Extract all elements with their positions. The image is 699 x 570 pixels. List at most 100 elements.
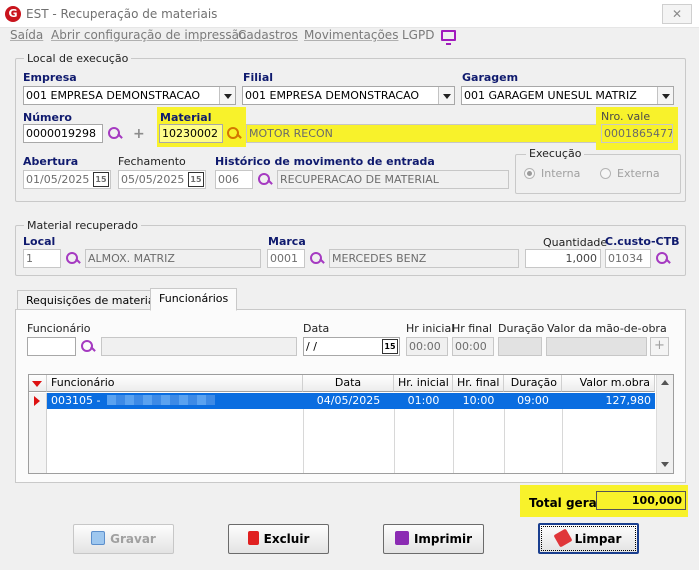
material-recuperado-title: Material recuperado (24, 219, 141, 232)
search-icon[interactable] (226, 126, 242, 142)
plus-icon[interactable]: + (133, 126, 145, 142)
fechamento-date-input[interactable]: 05/05/2025 15 (118, 170, 206, 189)
search-icon[interactable] (107, 126, 123, 142)
menu-movimentacoes[interactable]: Movimentações (304, 28, 398, 42)
title-bar: G EST - Recuperação de materiais ✕ (0, 0, 699, 28)
excluir-button[interactable]: Excluir (228, 524, 329, 554)
trash-icon (247, 531, 259, 545)
gravar-label: Gravar (110, 532, 156, 546)
abertura-date-input[interactable]: 01/05/2025 15 (23, 170, 111, 189)
hr-final-input[interactable]: 00:00 (452, 337, 494, 356)
local-label: Local (23, 235, 56, 248)
table-row[interactable]: 003105 - 04/05/2025 01:00 10:00 09:00 12… (47, 393, 655, 409)
valor-label: Valor da mão-de-obra (547, 322, 667, 335)
app-logo-icon: G (5, 6, 21, 22)
radio-externa-label: Externa (617, 167, 660, 180)
search-icon[interactable] (65, 251, 81, 267)
historico-code-input[interactable]: 006 (215, 170, 253, 189)
nro-vale-field: 0001865477 (601, 124, 673, 143)
col-hr-final[interactable]: Hr. final (453, 375, 504, 392)
tab-requisicoes[interactable]: Requisições de material (17, 290, 167, 311)
ccusto-input[interactable]: 01034 (605, 249, 651, 268)
chevron-down-icon[interactable] (219, 87, 235, 104)
group-local-execucao-title: Local de execução (24, 52, 132, 65)
imprimir-label: Imprimir (413, 532, 473, 546)
hr-inicial-label: Hr inicial (406, 322, 455, 335)
eraser-icon (553, 528, 573, 548)
garagem-label: Garagem (462, 71, 519, 84)
empresa-value: 001 EMPRESA DEMONSTRACAO (26, 89, 201, 102)
col-hr-inicial[interactable]: Hr. inicial (394, 375, 453, 392)
calendar-icon[interactable]: 15 (188, 172, 204, 187)
cell-hr-final: 10:00 (462, 394, 495, 407)
excluir-label: Excluir (263, 532, 310, 546)
search-icon[interactable] (655, 251, 671, 267)
menu-lgpd[interactable]: LGPD (402, 28, 434, 42)
search-icon[interactable] (257, 172, 273, 188)
hr-final-label: Hr final (452, 322, 492, 335)
add-funcionario-button[interactable]: + (650, 337, 669, 356)
calendar-icon[interactable]: 15 (382, 339, 398, 354)
numero-label: Número (23, 111, 72, 124)
cell-funcionario-text: 003105 - (51, 394, 101, 407)
quantidade-label: Quantidade (543, 236, 608, 249)
col-valor[interactable]: Valor m.obra (562, 375, 655, 392)
radio-interna-label: Interna (541, 167, 581, 180)
cell-duracao: 09:00 (517, 394, 549, 407)
funcionario-label: Funcionário (27, 322, 91, 335)
material-code-input[interactable]: 10230002 (159, 124, 223, 143)
total-value: 100,000 (596, 491, 686, 510)
search-icon[interactable] (309, 251, 325, 267)
marca-description: MERCEDES BENZ (329, 249, 519, 268)
limpar-label: Limpar (574, 532, 622, 546)
grid-vertical-scrollbar[interactable] (656, 375, 673, 473)
tab-funcionarios[interactable]: Funcionários (150, 288, 238, 311)
search-icon[interactable] (80, 339, 96, 355)
menu-saida[interactable]: Saída (10, 28, 43, 42)
monitor-icon[interactable] (441, 30, 456, 45)
local-description: ALMOX. MATRIZ (85, 249, 261, 268)
cell-hr-inicial: 01:00 (407, 394, 440, 407)
ccusto-label: C.custo-CTB (605, 235, 680, 248)
hr-inicial-input[interactable]: 00:00 (406, 337, 448, 356)
marca-code-input[interactable]: 0001 (267, 249, 305, 268)
grid-sort-header[interactable] (29, 375, 47, 392)
abertura-value: 01/05/2025 (26, 173, 90, 186)
col-data[interactable]: Data (303, 375, 394, 392)
gravar-button[interactable]: Gravar (73, 524, 174, 554)
close-button[interactable]: ✕ (662, 4, 692, 24)
fechamento-value: 05/05/2025 (121, 173, 185, 186)
filial-select[interactable]: 001 EMPRESA DEMONSTRACAO (242, 86, 455, 105)
garagem-select[interactable]: 001 GARAGEM UNESUL MATRIZ (461, 86, 674, 105)
execucao-title: Execução (526, 147, 585, 160)
garagem-value: 001 GARAGEM UNESUL MATRIZ (464, 89, 637, 102)
col-funcionario[interactable]: Funcionário (47, 375, 303, 392)
imprimir-button[interactable]: Imprimir (383, 524, 484, 554)
chevron-down-icon[interactable] (438, 87, 454, 104)
limpar-button[interactable]: Limpar (538, 523, 639, 554)
filial-label: Filial (243, 71, 274, 84)
calendar-icon[interactable]: 15 (93, 172, 109, 187)
scroll-up-icon[interactable] (661, 380, 669, 385)
duracao-field (498, 337, 542, 356)
sort-down-icon (32, 381, 42, 387)
empresa-select[interactable]: 001 EMPRESA DEMONSTRACAO (23, 86, 236, 105)
marca-label: Marca (268, 235, 306, 248)
local-code-input[interactable]: 1 (23, 249, 61, 268)
numero-input[interactable]: 0000019298 (23, 124, 103, 143)
radio-interna[interactable] (524, 168, 535, 179)
save-icon (91, 531, 106, 545)
material-label: Material (160, 111, 212, 124)
quantidade-input[interactable]: 1,000 (525, 249, 601, 268)
menu-cadastros[interactable]: Cadastros (238, 28, 298, 42)
data-input[interactable]: / / 15 (303, 337, 400, 356)
cell-funcionario: 003105 - (47, 393, 303, 409)
funcionario-code-input[interactable] (27, 337, 76, 356)
radio-externa[interactable] (600, 168, 611, 179)
menu-abrir-configuracao[interactable]: Abrir configuração de impressão (51, 28, 246, 42)
chevron-down-icon[interactable] (657, 87, 673, 104)
scroll-down-icon[interactable] (661, 462, 669, 467)
col-duracao[interactable]: Duração (504, 375, 562, 392)
valor-field (546, 337, 647, 356)
window-title: EST - Recuperação de materiais (26, 7, 218, 21)
